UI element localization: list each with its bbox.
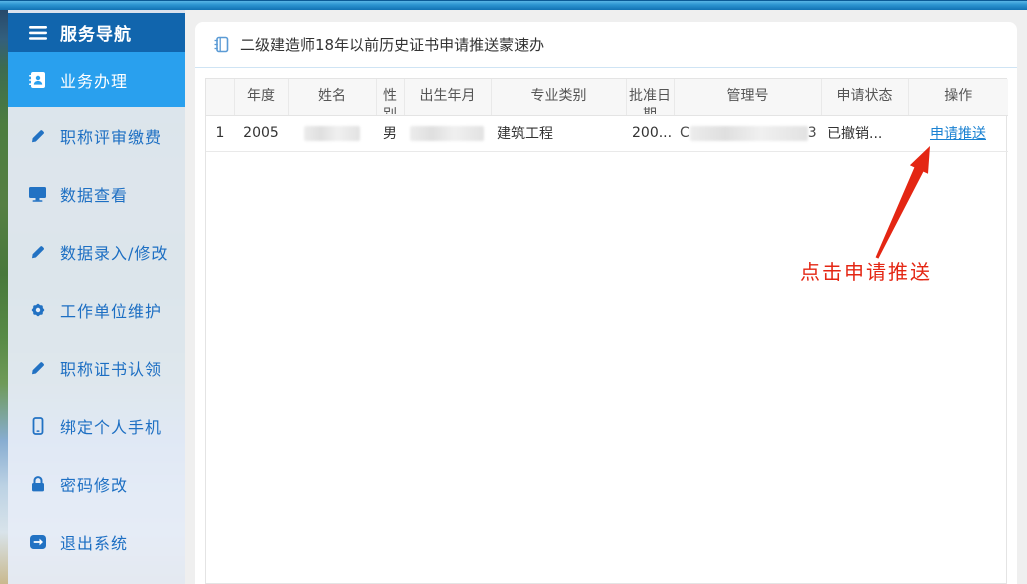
sidebar-item-label: 职称评审缴费 <box>60 124 162 148</box>
col-header-action: 操作 <box>908 79 1008 115</box>
page-title-bar: 二级建造师18年以前历史证书申请推送蒙速办 <box>195 22 1017 68</box>
col-header-birth: 出生年月 <box>404 79 491 115</box>
notebook-icon <box>213 36 229 53</box>
redacted-birth-block <box>410 126 484 141</box>
sidebar-item-label: 数据录入/修改 <box>60 240 168 264</box>
col-header-name: 姓名 <box>288 79 376 115</box>
sidebar-item-label: 职称证书认领 <box>60 356 162 380</box>
cell-birth-redacted <box>404 115 491 151</box>
cell-approval-date: 200... <box>626 115 674 151</box>
col-header-status: 申请状态 <box>821 79 908 115</box>
cell-action: 申请推送 <box>908 115 1008 151</box>
lock-icon <box>28 475 47 493</box>
cell-mgmt-no: C3 <box>674 115 821 151</box>
pencil-icon <box>28 127 47 145</box>
pencil-icon <box>28 359 47 377</box>
sidebar-item-label: 业务办理 <box>60 68 128 92</box>
cell-gender: 男 <box>376 115 404 151</box>
table-row: 1 2005 男 建筑工程 200... C3 已撤销... 申请推送 <box>206 115 1008 151</box>
logout-icon <box>28 533 47 551</box>
table-header-row: 年度 姓名 性别 出生年月 专业类别 批准日期 管理号 申请状态 操作 <box>206 79 1008 115</box>
records-table: 年度 姓名 性别 出生年月 专业类别 批准日期 管理号 申请状态 操作 1 20… <box>206 79 1008 152</box>
redacted-mgmt-no-block <box>690 126 808 141</box>
sidebar-item-data-view[interactable]: 数据查看 <box>8 165 185 223</box>
sidebar-item-certificate-claim[interactable]: 职称证书认领 <box>8 339 185 397</box>
id-card-icon <box>28 71 47 89</box>
col-header-approval-date: 批准日期 <box>626 79 674 115</box>
pencil-icon <box>28 243 47 261</box>
sidebar-item-label: 密码修改 <box>60 472 128 496</box>
sidebar-item-label: 绑定个人手机 <box>60 414 162 438</box>
page-title: 二级建造师18年以前历史证书申请推送蒙速办 <box>240 34 544 55</box>
sidebar-item-label: 退出系统 <box>60 530 128 554</box>
annotation-text: 点击申请推送 <box>800 256 932 285</box>
sidebar-item-business[interactable]: 业务办理 <box>8 52 185 107</box>
sidebar-item-title-review-payment[interactable]: 职称评审缴费 <box>8 107 185 165</box>
sidebar-header[interactable]: 服务导航 <box>8 13 185 52</box>
top-gradient-bar <box>0 0 1027 10</box>
sidebar-header-label: 服务导航 <box>60 20 132 45</box>
cell-index: 1 <box>206 115 234 151</box>
mgmt-no-prefix: C <box>680 125 690 141</box>
sidebar-item-label: 数据查看 <box>60 182 128 206</box>
cell-status: 已撤销... <box>821 115 908 151</box>
sidebar-item-label: 工作单位维护 <box>60 298 162 322</box>
col-header-major: 专业类别 <box>491 79 626 115</box>
col-header-year: 年度 <box>234 79 288 115</box>
mgmt-no-suffix: 3 <box>808 125 817 141</box>
sidebar-item-work-unit[interactable]: 工作单位维护 <box>8 281 185 339</box>
phone-icon <box>28 417 47 435</box>
cell-major: 建筑工程 <box>491 115 626 151</box>
sidebar-item-change-password[interactable]: 密码修改 <box>8 455 185 513</box>
sidebar: 服务导航 业务办理 职称评审缴费 数据查看 数据录入/修改 工作单位维护 <box>8 10 185 584</box>
cell-name-redacted <box>288 115 376 151</box>
main-panel: 二级建造师18年以前历史证书申请推送蒙速办 年度 姓名 性别 出生年月 专业类别… <box>195 22 1017 584</box>
col-header-gender: 性别 <box>376 79 404 115</box>
sidebar-item-bind-phone[interactable]: 绑定个人手机 <box>8 397 185 455</box>
col-header-index <box>206 79 234 115</box>
apply-push-link[interactable]: 申请推送 <box>930 126 986 142</box>
gear-icon <box>28 301 47 319</box>
col-header-mgmt-no: 管理号 <box>674 79 821 115</box>
redacted-name-block <box>304 126 360 141</box>
sidebar-item-data-entry[interactable]: 数据录入/修改 <box>8 223 185 281</box>
menu-icon <box>28 25 47 41</box>
records-table-container: 年度 姓名 性别 出生年月 专业类别 批准日期 管理号 申请状态 操作 1 20… <box>205 78 1007 584</box>
sidebar-item-logout[interactable]: 退出系统 <box>8 513 185 571</box>
cell-year: 2005 <box>234 115 288 151</box>
monitor-icon <box>28 185 47 203</box>
